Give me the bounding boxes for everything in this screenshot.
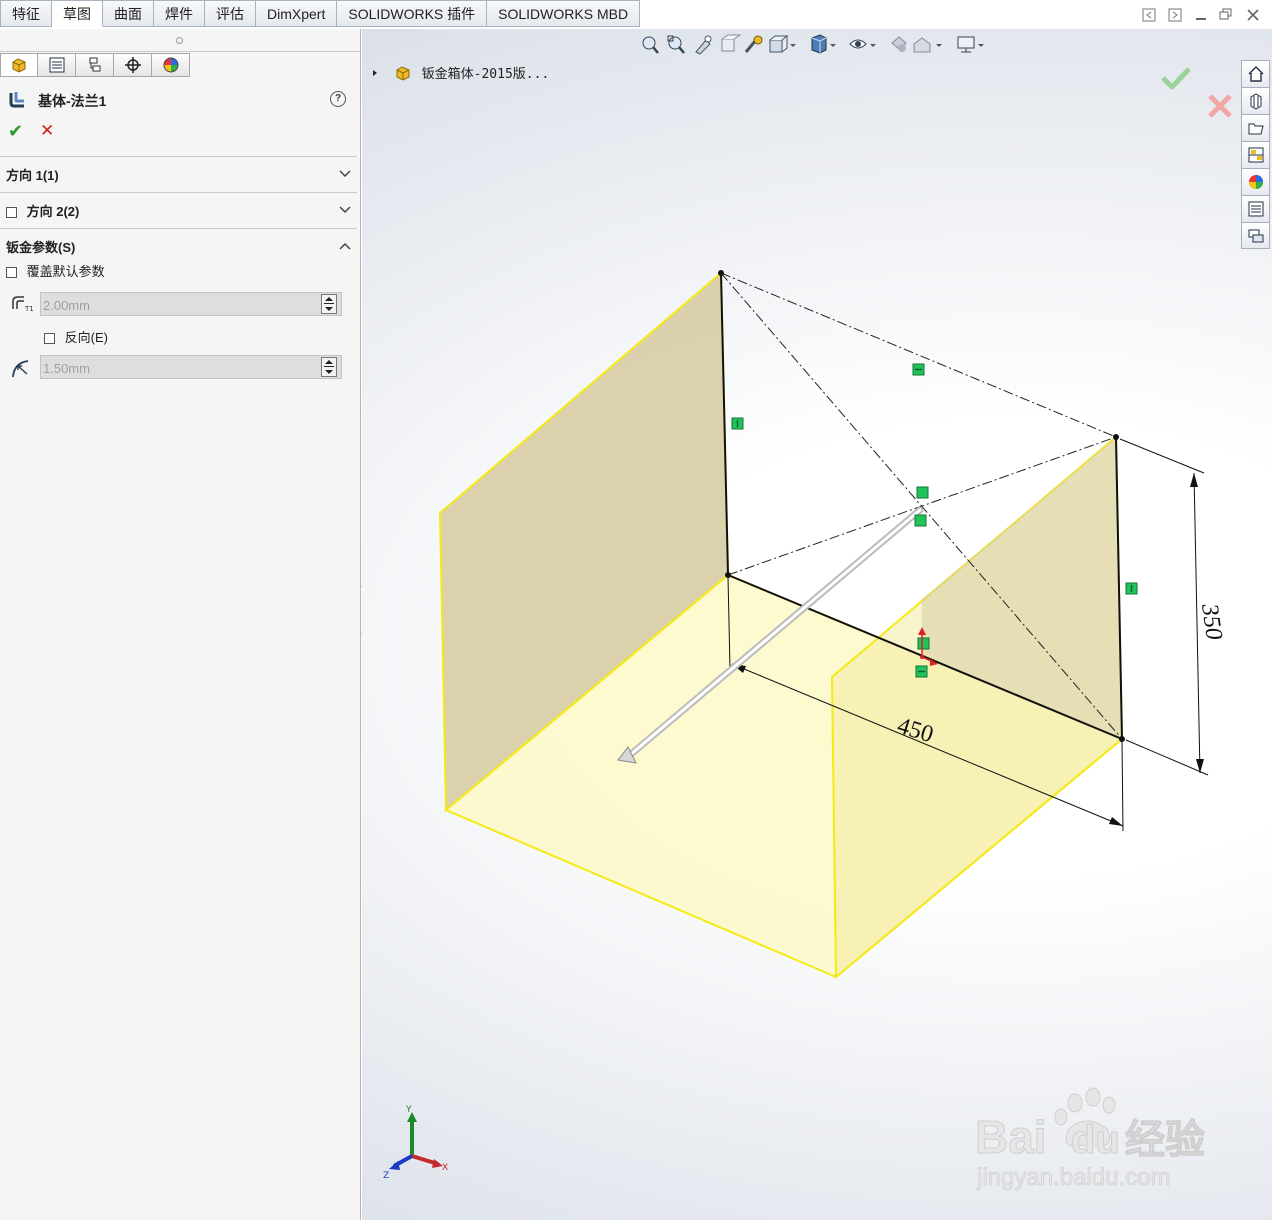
tab-display-manager[interactable] [152,53,190,77]
tab-dimxpert[interactable]: DimXpert [256,0,338,27]
restore-window-icon[interactable] [1219,8,1233,22]
baidu-jingyan-watermark: Bai du 经验 jingyan.baidu.com [975,1085,1215,1198]
tab-features[interactable]: 特征 [0,0,52,27]
thickness-spinner[interactable] [321,294,337,314]
bend-radius-input[interactable] [41,356,315,380]
reference-triad: Y X Z [383,1105,448,1181]
triad-y-label: Y [405,1105,412,1115]
chevron-down-icon[interactable] [339,204,351,216]
svg-text:T1: T1 [24,305,34,313]
section-direction2-label: 方向 2(2) [26,204,80,219]
feature-manager-icon [12,58,26,73]
tab-surfaces[interactable]: 曲面 [103,0,154,27]
task-pane-custom-properties[interactable] [1241,195,1270,222]
command-tabs: 特征 草图 曲面 焊件 评估 DimXpert SOLIDWORKS 插件 SO… [0,0,641,28]
collapse-handle[interactable] [176,37,183,44]
manager-tabs [0,53,190,79]
thickness-icon: T1 [12,296,34,313]
tab-evaluate[interactable]: 评估 [205,0,256,27]
task-pane-view-palette[interactable] [1241,141,1270,168]
dimension-height-label[interactable]: 350 [1196,601,1227,641]
task-pane-file-explorer[interactable] [1241,114,1270,141]
display-manager-icon [163,57,178,73]
reverse-direction-checkbox[interactable] [44,333,55,345]
appearances-icon [1248,175,1263,189]
watermark-brand: Bai [975,1111,1047,1163]
thickness-field[interactable] [40,292,342,317]
panel-header-strip [0,29,360,52]
base-flange-icon [9,92,24,108]
bend-radius-field[interactable] [40,355,342,380]
reverse-direction-row: 反向(E) [44,327,108,346]
feature-title-row: 基体-法兰1 ? [8,89,356,111]
folder-icon [1248,123,1264,135]
feature-title: 基体-法兰1 [38,93,107,109]
watermark-url: jingyan.baidu.com [976,1164,1170,1191]
tab-dimxpert-manager[interactable] [114,53,152,77]
bend-radius-icon [12,360,29,378]
custom-properties-icon [1248,201,1263,217]
tile-panel-icon[interactable] [1168,8,1182,22]
cancel-button[interactable]: ✕ [40,121,54,141]
task-pane-home[interactable] [1241,60,1270,87]
triad-z-label: Z [383,1171,389,1181]
reverse-direction-label: 反向(E) [64,330,108,345]
chevron-up-icon[interactable] [339,240,351,252]
override-defaults-checkbox[interactable] [6,267,17,279]
section-direction1[interactable]: 方向 1(1) [0,156,357,191]
tab-feature-manager[interactable] [0,53,38,77]
help-icon[interactable]: ? [330,91,346,107]
tab-sketch[interactable]: 草图 [52,0,103,27]
chevron-down-icon[interactable] [339,168,351,180]
configuration-manager-icon [89,57,100,72]
dimxpert-manager-icon [124,57,141,73]
direction2-checkbox[interactable] [6,207,17,219]
view-palette-icon [1248,147,1263,163]
close-window-icon[interactable] [1246,8,1260,22]
command-manager: 特征 草图 曲面 焊件 评估 DimXpert SOLIDWORKS 插件 SO… [0,0,1272,29]
ok-button[interactable]: ✔ [8,121,23,142]
design-library-icon [1250,93,1261,110]
section-direction2-row: 方向 2(2) [6,201,79,220]
tab-configuration-manager[interactable] [76,53,114,77]
task-pane-tabs [1241,60,1272,249]
override-defaults-label: 覆盖默认参数 [26,264,105,279]
bend-radius-spinner[interactable] [321,357,337,377]
minimize-icon[interactable] [1194,8,1208,22]
watermark-brand2: du [1071,1118,1120,1162]
property-manager-panel: 基体-法兰1 ? ✔ ✕ 方向 1(1) 方向 2(2) 钣金参数(S) 覆盖默… [0,29,361,1220]
section-sheetmetal-label[interactable]: 钣金参数(S) [6,237,75,256]
restore-panel-icon[interactable] [1142,8,1156,22]
thickness-input[interactable] [41,293,315,317]
sheet-metal-sketch-preview[interactable]: 350 450 [362,29,1272,1220]
section-direction2[interactable]: 方向 2(2) [0,192,357,227]
watermark-cn: 经验 [1125,1117,1205,1163]
tab-weldments[interactable]: 焊件 [154,0,205,27]
property-manager-icon [49,57,64,73]
task-pane-forum[interactable] [1241,222,1270,249]
graphics-area[interactable]: 钣金箱体-2015版... 350 450 Y X Z [362,29,1272,1220]
home-icon [1248,66,1263,82]
tab-solidworks-mbd[interactable]: SOLIDWORKS MBD [487,0,641,27]
forum-icon [1248,229,1263,242]
section-direction1-label: 方向 1(1) [6,168,59,183]
task-pane-design-library[interactable] [1241,87,1270,114]
tab-property-manager[interactable] [38,53,76,77]
triad-x-label: X [442,1163,448,1173]
tab-solidworks-addins[interactable]: SOLIDWORKS 插件 [337,0,488,27]
task-pane-appearances[interactable] [1241,168,1270,195]
override-defaults-row: 覆盖默认参数 [6,261,105,280]
